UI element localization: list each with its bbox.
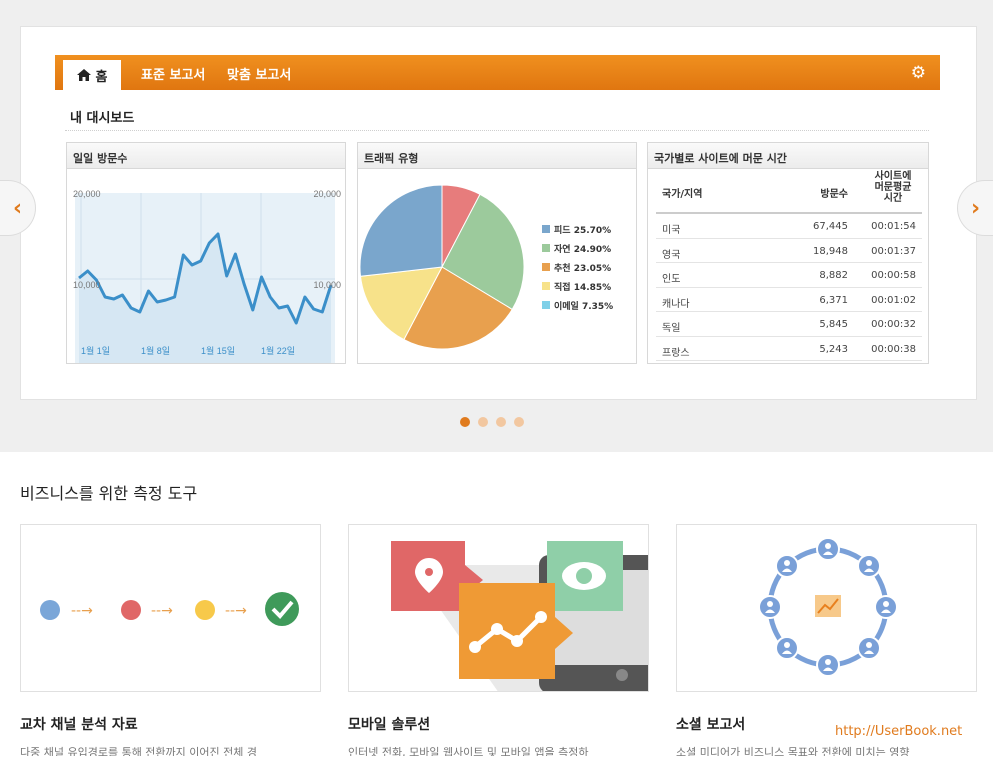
traffic-pie-chart: 피드 25.70% 자연 24.90% 추천 23.05% 직접 14.85% 이메일 … bbox=[359, 184, 613, 350]
channel-dot-icon bbox=[121, 600, 141, 620]
carousel-dots bbox=[460, 417, 524, 427]
card-description: 인터넷 전화, 모바일 웹사이트 및 모바일 앱을 측정하 bbox=[348, 746, 589, 756]
pie-slice[interactable] bbox=[359, 184, 443, 277]
visits-cell: 18,948 bbox=[813, 245, 848, 257]
mobile-solution-card[interactable] bbox=[348, 524, 649, 692]
col-header-country[interactable]: 국가/지역 bbox=[662, 185, 702, 200]
table-row[interactable]: 프랑스 5,243 00:00:38 bbox=[656, 337, 922, 361]
legend-label: 추천 23.05% bbox=[554, 262, 611, 274]
card-title[interactable]: 모바일 솔루션 bbox=[348, 714, 430, 734]
country-cell: 인도 bbox=[662, 274, 681, 285]
table-row[interactable]: 인도 8,882 00:00:58 bbox=[656, 263, 922, 288]
visits-cell: 5,845 bbox=[819, 319, 848, 330]
x-tick-label: 1월 22일 bbox=[261, 345, 295, 356]
card-description: 다중 채널 유입경로를 통해 전환까지 이어진 전체 경 bbox=[20, 746, 257, 756]
legend-swatch bbox=[542, 263, 550, 271]
legend-swatch bbox=[542, 244, 550, 252]
country-cell: 독일 bbox=[662, 323, 681, 334]
arrow-icon: --→ bbox=[151, 603, 173, 619]
section-title: 비즈니스를 위한 측정 도구 bbox=[20, 484, 198, 503]
card-title[interactable]: 교차 채널 분석 자료 bbox=[20, 714, 138, 734]
country-cell: 캐나다 bbox=[662, 298, 690, 310]
mobile-illustration bbox=[391, 541, 648, 691]
social-illustration bbox=[758, 537, 898, 677]
table-row[interactable]: 미국 67,445 00:01:54 bbox=[656, 214, 922, 239]
gear-icon[interactable]: ⚙ bbox=[911, 63, 926, 83]
col-header-visits[interactable]: 방문수 bbox=[820, 185, 848, 200]
legend-label: 이메일 7.35% bbox=[554, 300, 613, 312]
chevron-right-icon: › bbox=[970, 195, 981, 221]
watermark: http://UserBook.net bbox=[835, 724, 963, 739]
widget-title[interactable]: 트래픽 유형 bbox=[358, 143, 636, 169]
dashboard-navbar: 홈 표준 보고서 맞춤 보고서 ⚙ bbox=[55, 55, 940, 90]
daily-visits-widget: 일일 방문수 20,000 20,000 10,000 10,000 1월 1일… bbox=[66, 142, 346, 364]
widget-title[interactable]: 국가별로 사이트에 머문 시간 bbox=[648, 143, 928, 169]
divider bbox=[65, 130, 929, 131]
checkmark-icon bbox=[265, 592, 299, 626]
home-icon bbox=[76, 69, 91, 81]
table-row[interactable]: 영국 18,948 00:01:37 bbox=[656, 239, 922, 263]
x-tick-label: 1월 15일 bbox=[201, 345, 235, 356]
widget-title[interactable]: 일일 방문수 bbox=[67, 143, 345, 169]
table-row[interactable]: 독일 5,845 00:00:32 bbox=[656, 312, 922, 337]
x-tick-label: 1월 1일 bbox=[81, 345, 110, 356]
cross-channel-illustration: --→ --→ --→ bbox=[40, 592, 299, 626]
daily-visits-chart: 20,000 20,000 10,000 10,000 1월 1일 1월 8일 1월… bbox=[73, 189, 341, 363]
country-cell: 프랑스 bbox=[662, 347, 690, 359]
country-cell: 미국 bbox=[662, 225, 681, 236]
x-tick-label: 1월 8일 bbox=[141, 345, 170, 356]
y-tick-label: 20,000 bbox=[73, 189, 101, 199]
time-cell: 00:01:02 bbox=[871, 294, 916, 306]
dashboard-title: 내 대시보드 bbox=[70, 111, 135, 126]
card-description: 소셜 미디어가 비즈니스 목표와 전환에 미치는 영향 bbox=[676, 746, 910, 756]
arrow-icon: --→ bbox=[71, 603, 93, 619]
legend-swatch bbox=[542, 225, 550, 233]
carousel-dot[interactable] bbox=[514, 417, 524, 427]
cross-channel-card[interactable]: --→ --→ --→ bbox=[20, 524, 321, 692]
visits-cell: 5,243 bbox=[819, 343, 848, 355]
carousel-dot[interactable] bbox=[460, 417, 470, 427]
tab-home[interactable]: 홈 bbox=[63, 60, 121, 90]
arrow-icon: --→ bbox=[225, 603, 247, 619]
tab-custom-reports[interactable]: 맞춤 보고서 bbox=[227, 64, 291, 83]
legend-label: 피드 25.70% bbox=[554, 224, 611, 236]
analytics-card bbox=[459, 583, 555, 679]
legend-label: 자연 24.90% bbox=[554, 243, 611, 255]
visits-cell: 67,445 bbox=[813, 221, 848, 232]
user-icon bbox=[857, 636, 882, 661]
y-tick-label: 10,000 bbox=[313, 280, 341, 290]
visits-cell: 6,371 bbox=[819, 294, 848, 306]
legend-label: 직접 14.85% bbox=[554, 281, 611, 293]
time-cell: 00:00:38 bbox=[871, 343, 916, 355]
time-cell: 00:01:54 bbox=[871, 221, 916, 232]
visits-cell: 8,882 bbox=[819, 270, 848, 281]
legend-swatch bbox=[542, 301, 550, 309]
social-report-card[interactable] bbox=[676, 524, 977, 692]
country-time-widget: 국가별로 사이트에 머문 시간 국가/지역 방문수 사이트에 머문평균 시간 미… bbox=[647, 142, 929, 364]
country-cell: 영국 bbox=[662, 249, 681, 261]
legend-swatch bbox=[542, 282, 550, 290]
channel-dot-icon bbox=[40, 600, 60, 620]
table-header: 국가/지역 방문수 사이트에 머문평균 시간 bbox=[656, 169, 922, 214]
chart-icon bbox=[815, 595, 841, 617]
y-tick-label: 10,000 bbox=[73, 280, 101, 290]
card-title[interactable]: 소셜 보고서 bbox=[676, 714, 745, 734]
chevron-left-icon: ‹ bbox=[12, 195, 23, 221]
carousel-dot[interactable] bbox=[496, 417, 506, 427]
user-icon bbox=[774, 636, 799, 661]
country-table: 국가/지역 방문수 사이트에 머문평균 시간 미국 67,445 00:01:54 영… bbox=[656, 169, 922, 361]
tab-standard-reports[interactable]: 표준 보고서 bbox=[141, 64, 205, 83]
table-row[interactable]: 캐나다 6,371 00:01:02 bbox=[656, 288, 922, 312]
time-cell: 00:01:37 bbox=[871, 245, 916, 257]
tab-home-label: 홈 bbox=[95, 69, 108, 85]
carousel-dot[interactable] bbox=[478, 417, 488, 427]
traffic-type-widget: 트래픽 유형 피드 25.70% 자연 24.90% 추천 23.05% 직접 14.… bbox=[357, 142, 637, 364]
hero-carousel: ‹ › 홈 표준 보고서 맞춤 보고서 ⚙ 내 대시보드 일일 방문수 20,0… bbox=[0, 0, 993, 452]
channel-dot-icon bbox=[195, 600, 215, 620]
time-cell: 00:00:32 bbox=[871, 319, 916, 330]
col-header-avg-time[interactable]: 사이트에 머문평균 시간 bbox=[870, 171, 916, 204]
time-cell: 00:00:58 bbox=[871, 270, 916, 281]
y-tick-label: 20,000 bbox=[313, 189, 341, 199]
